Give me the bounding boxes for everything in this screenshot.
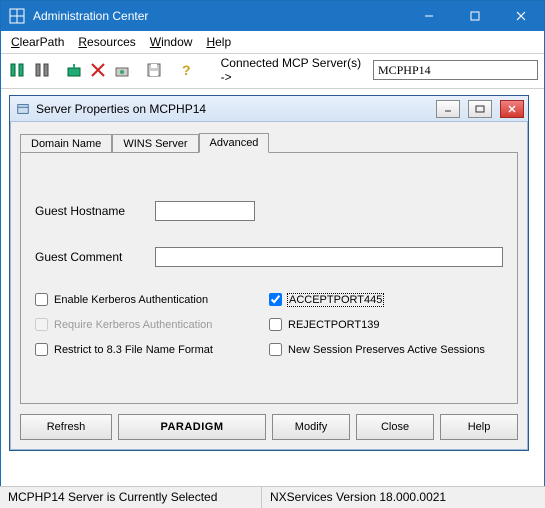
menu-resources[interactable]: Resources bbox=[78, 35, 135, 49]
tabs: Domain Name WINS Server Advanced bbox=[20, 130, 518, 152]
toolbar-btn-2[interactable] bbox=[31, 59, 51, 81]
child-window: Server Properties on MCPHP14 Domain Name… bbox=[9, 95, 529, 451]
toolbar-btn-5[interactable] bbox=[112, 59, 132, 81]
enable-kerberos-checkbox[interactable]: Enable Kerberos Authentication bbox=[35, 293, 269, 306]
close-button[interactable] bbox=[498, 1, 544, 31]
rejectport139-label: REJECTPORT139 bbox=[288, 319, 380, 331]
toolbar-btn-1[interactable] bbox=[7, 59, 27, 81]
connected-server-input[interactable] bbox=[373, 60, 538, 80]
modify-button[interactable]: Modify bbox=[272, 414, 350, 440]
restrict-83-label: Restrict to 8.3 File Name Format bbox=[54, 344, 213, 356]
enable-kerberos-label: Enable Kerberos Authentication bbox=[54, 294, 208, 306]
acceptport445-label: ACCEPTPORT445 bbox=[288, 294, 383, 306]
close-child-button[interactable]: Close bbox=[356, 414, 434, 440]
button-row: Refresh PARADIGM Modify Close Help bbox=[20, 414, 518, 440]
toolbar-help-icon[interactable]: ? bbox=[176, 59, 196, 81]
preserve-sessions-label: New Session Preserves Active Sessions bbox=[288, 344, 485, 356]
menu-window[interactable]: Window bbox=[150, 35, 193, 49]
refresh-button[interactable]: Refresh bbox=[20, 414, 112, 440]
tab-domain-name[interactable]: Domain Name bbox=[20, 134, 112, 153]
menu-clearpath[interactable]: ClearPath bbox=[11, 35, 64, 49]
rejectport139-checkbox[interactable]: REJECTPORT139 bbox=[269, 318, 503, 331]
child-close-button[interactable] bbox=[500, 100, 524, 118]
titlebar: Administration Center bbox=[1, 1, 544, 31]
menu-help[interactable]: Help bbox=[206, 35, 231, 49]
tab-panel-advanced: Guest Hostname Guest Comment Enable Kerb… bbox=[20, 152, 518, 404]
connected-label: Connected MCP Server(s) -> bbox=[221, 56, 363, 84]
status-left: MCPHP14 Server is Currently Selected bbox=[0, 487, 262, 508]
child-title-text: Server Properties on MCPHP14 bbox=[36, 102, 206, 116]
help-button[interactable]: Help bbox=[440, 414, 518, 440]
child-icon bbox=[16, 102, 30, 116]
tab-wins-server[interactable]: WINS Server bbox=[112, 134, 198, 153]
require-kerberos-checkbox: Require Kerberos Authentication bbox=[35, 318, 269, 331]
status-bar: MCPHP14 Server is Currently Selected NXS… bbox=[0, 486, 545, 508]
toolbar-btn-4[interactable] bbox=[88, 59, 108, 81]
menubar: ClearPath Resources Window Help bbox=[1, 31, 544, 54]
require-kerberos-label: Require Kerberos Authentication bbox=[54, 319, 212, 331]
app-icon bbox=[9, 8, 25, 24]
preserve-sessions-checkbox[interactable]: New Session Preserves Active Sessions bbox=[269, 343, 503, 356]
minimize-button[interactable] bbox=[406, 1, 452, 31]
guest-comment-label: Guest Comment bbox=[35, 250, 155, 264]
toolbar: ? Connected MCP Server(s) -> bbox=[1, 54, 544, 89]
window-title: Administration Center bbox=[33, 9, 406, 23]
guest-comment-input[interactable] bbox=[155, 247, 503, 267]
child-titlebar: Server Properties on MCPHP14 bbox=[10, 96, 528, 122]
svg-text:?: ? bbox=[182, 62, 191, 78]
child-maximize-button[interactable] bbox=[468, 100, 492, 118]
guest-hostname-label: Guest Hostname bbox=[35, 204, 155, 218]
acceptport445-checkbox[interactable]: ACCEPTPORT445 bbox=[269, 293, 503, 306]
restrict-83-checkbox[interactable]: Restrict to 8.3 File Name Format bbox=[35, 343, 269, 356]
mdi-area: Server Properties on MCPHP14 Domain Name… bbox=[1, 89, 544, 469]
paradigm-button[interactable]: PARADIGM bbox=[118, 414, 266, 440]
guest-hostname-input[interactable] bbox=[155, 201, 255, 221]
status-right: NXServices Version 18.000.0021 bbox=[262, 487, 545, 508]
toolbar-save-icon[interactable] bbox=[144, 59, 164, 81]
tab-advanced[interactable]: Advanced bbox=[199, 133, 270, 153]
toolbar-btn-3[interactable] bbox=[63, 59, 83, 81]
child-minimize-button[interactable] bbox=[436, 100, 460, 118]
maximize-button[interactable] bbox=[452, 1, 498, 31]
